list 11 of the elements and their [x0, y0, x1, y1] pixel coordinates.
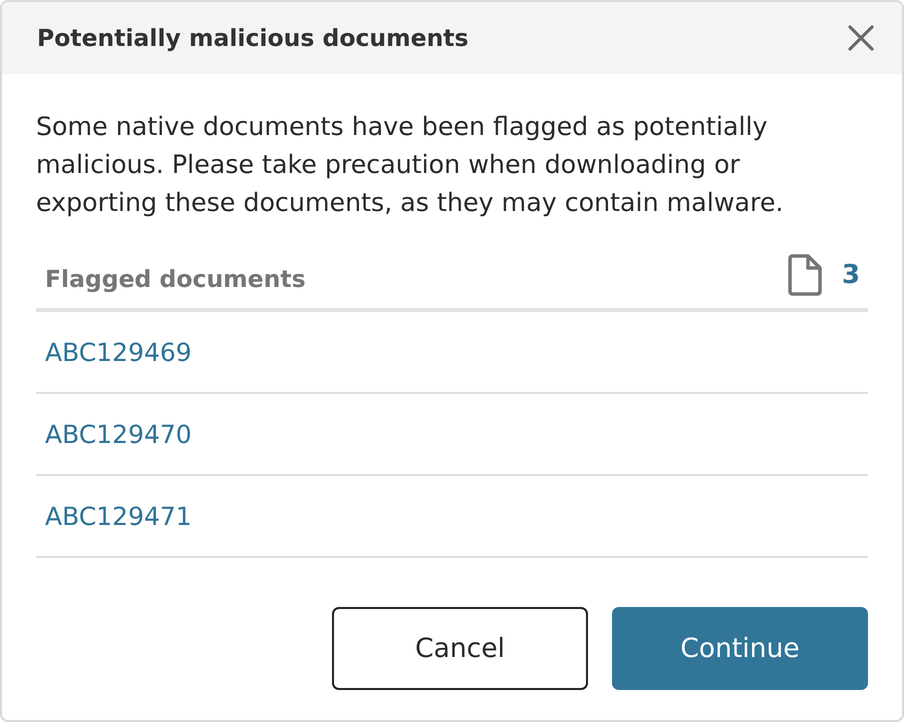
document-link[interactable]: ABC129470 [45, 420, 192, 448]
continue-button[interactable]: Continue [612, 607, 868, 690]
list-heading: Flagged documents [45, 265, 306, 293]
document-link[interactable]: ABC129469 [45, 338, 192, 366]
warning-message: Some native documents have been flagged as potentially malicious. Please take precaution when downloading or exporting these documents, as they may contain malware. [36, 111, 784, 219]
document-icon [788, 254, 822, 296]
document-count: 3 [842, 260, 860, 290]
dialog-title: Potentially malicious documents [37, 24, 469, 52]
document-link[interactable]: ABC129471 [45, 502, 192, 530]
close-icon[interactable] [848, 25, 874, 51]
cancel-button[interactable]: Cancel [332, 607, 588, 690]
